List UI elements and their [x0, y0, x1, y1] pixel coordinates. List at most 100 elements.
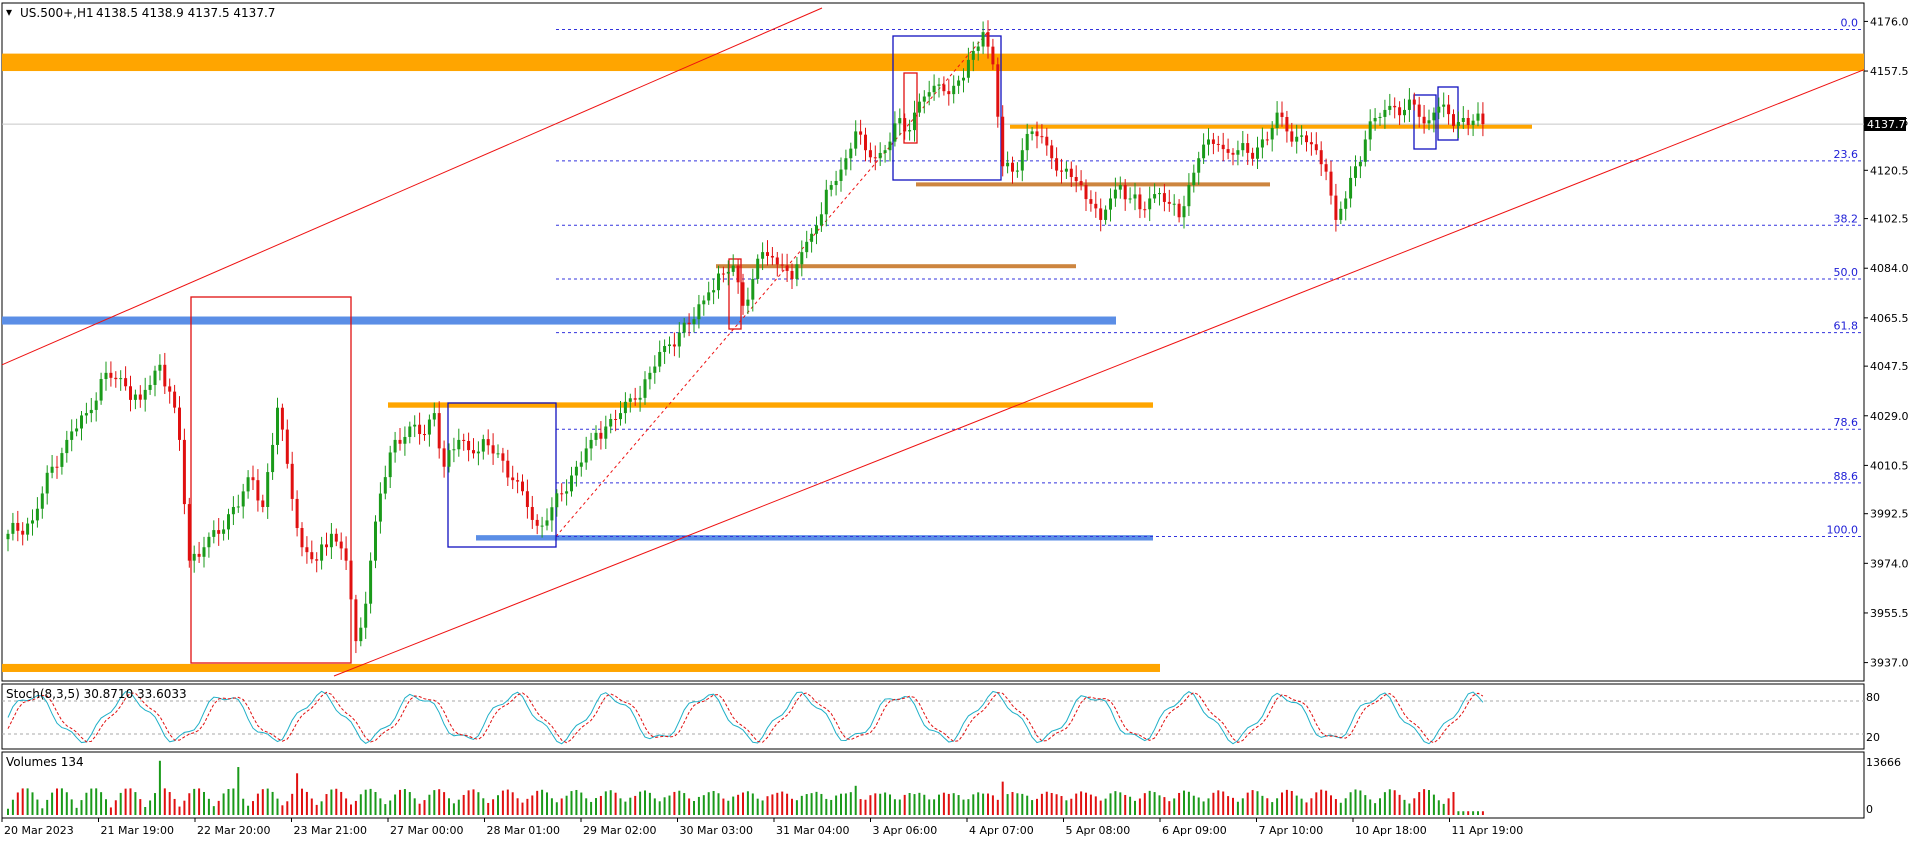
- candle-body: [521, 481, 524, 492]
- current-price-label: 4137.7: [1867, 118, 1906, 131]
- candle-body: [21, 530, 25, 535]
- candle-body: [1388, 105, 1392, 110]
- candle-body: [560, 493, 564, 495]
- candle-body: [628, 398, 632, 402]
- volume-bar: [65, 792, 68, 815]
- candle-body: [153, 370, 157, 385]
- candle-body: [457, 439, 461, 450]
- volume-pane[interactable]: [1, 751, 1865, 819]
- candle-body: [148, 384, 152, 390]
- volume-bar: [1173, 798, 1176, 815]
- candle-body: [1020, 150, 1024, 171]
- volume-bar: [1227, 796, 1230, 815]
- time-tick-label: 21 Mar 19:00: [101, 824, 174, 837]
- volume-bar: [1104, 798, 1107, 815]
- chart-title: US.500+,H1: [20, 6, 94, 20]
- candle-body: [668, 344, 671, 347]
- volume-bar: [41, 808, 44, 815]
- candle-body: [1319, 150, 1323, 165]
- fib-label: 100.0: [1827, 523, 1859, 536]
- volume-bar: [786, 793, 789, 815]
- candle-body: [1143, 209, 1147, 211]
- volume-bar: [188, 793, 191, 815]
- volume-bar: [21, 788, 24, 815]
- candle-body: [873, 157, 877, 159]
- candle-body: [908, 130, 912, 132]
- volume-bar: [95, 788, 98, 815]
- candle-body: [888, 141, 892, 151]
- volume-bar: [1325, 790, 1328, 815]
- volume-bar: [1085, 792, 1087, 815]
- candle-body: [1422, 116, 1426, 124]
- volume-bar: [452, 803, 455, 815]
- volume-bar: [595, 798, 597, 815]
- volume-bar: [1467, 811, 1470, 815]
- volume-bar: [874, 793, 877, 815]
- volume-bar: [462, 794, 465, 815]
- volume-bar: [359, 794, 362, 815]
- candle-body: [824, 189, 828, 215]
- chart-dropdown-icon[interactable]: ▾: [6, 5, 12, 19]
- candle-body: [1417, 104, 1421, 117]
- candle-body: [403, 436, 407, 444]
- candle-body: [633, 398, 637, 400]
- candle-body: [756, 258, 760, 279]
- candle-body: [1358, 161, 1362, 167]
- candle-body: [643, 379, 647, 398]
- price-tick-label: 3992.5: [1870, 508, 1909, 521]
- candle-body: [320, 544, 324, 561]
- volume-bar: [1369, 799, 1372, 815]
- candle-body: [315, 559, 319, 561]
- candle-body: [1344, 198, 1348, 209]
- volume-bar: [1114, 791, 1117, 815]
- volume-bar: [614, 792, 617, 815]
- volume-bar: [1290, 790, 1293, 815]
- volume-bar: [501, 790, 504, 815]
- volume-bar: [1202, 801, 1205, 815]
- candle-body: [829, 185, 833, 190]
- candle-body: [991, 46, 995, 65]
- volume-bar: [1222, 791, 1225, 815]
- volume-bar: [408, 792, 411, 815]
- volume-bar: [100, 792, 103, 815]
- volume-bar: [541, 789, 544, 815]
- volume-bar: [795, 800, 798, 815]
- candle-body: [217, 530, 221, 534]
- volume-bar: [1305, 802, 1308, 815]
- candle-body: [579, 462, 583, 467]
- candle-body: [702, 300, 706, 305]
- volume-bar: [766, 796, 769, 815]
- volume-bar: [869, 795, 872, 815]
- candle-body: [1456, 121, 1460, 127]
- candle-body: [1192, 172, 1196, 186]
- candle-body: [692, 319, 696, 325]
- candle-body: [1089, 199, 1093, 204]
- volume-bar: [1374, 803, 1377, 815]
- price-tick-label: 4029.0: [1870, 410, 1909, 423]
- chart-window[interactable]: 0.0 23.6 38.2 50.0 61.8 78.6 88.6 100.0 4176.0 4…: [0, 0, 1916, 840]
- candle-body: [1207, 139, 1210, 145]
- volume-bar: [320, 801, 323, 815]
- chart-canvas[interactable]: 0.0 23.6 38.2 50.0 61.8 78.6 88.6 100.0 4176.0 4…: [0, 0, 1916, 840]
- volume-bar: [1276, 798, 1279, 815]
- candle-body: [594, 432, 598, 440]
- candle-body: [1349, 177, 1353, 199]
- volume-bar: [325, 794, 328, 815]
- brown-zone-b: [916, 182, 1270, 187]
- volume-bar: [991, 795, 994, 815]
- volume-bar: [849, 792, 852, 815]
- volume-bar: [585, 798, 588, 815]
- candle-body: [94, 400, 98, 410]
- volume-bar: [482, 798, 485, 815]
- volume-bar: [149, 800, 152, 815]
- candle-body: [476, 451, 480, 454]
- main-pane[interactable]: [1, 2, 1865, 682]
- volume-bar: [854, 785, 857, 815]
- volume-bar: [1339, 802, 1342, 815]
- candle-body: [922, 96, 926, 102]
- time-tick-label: 27 Mar 00:00: [390, 824, 463, 837]
- volume-bar: [1472, 811, 1475, 815]
- volume-bar: [1212, 792, 1215, 815]
- volume-bar: [619, 798, 622, 815]
- volume-bar: [1183, 790, 1185, 815]
